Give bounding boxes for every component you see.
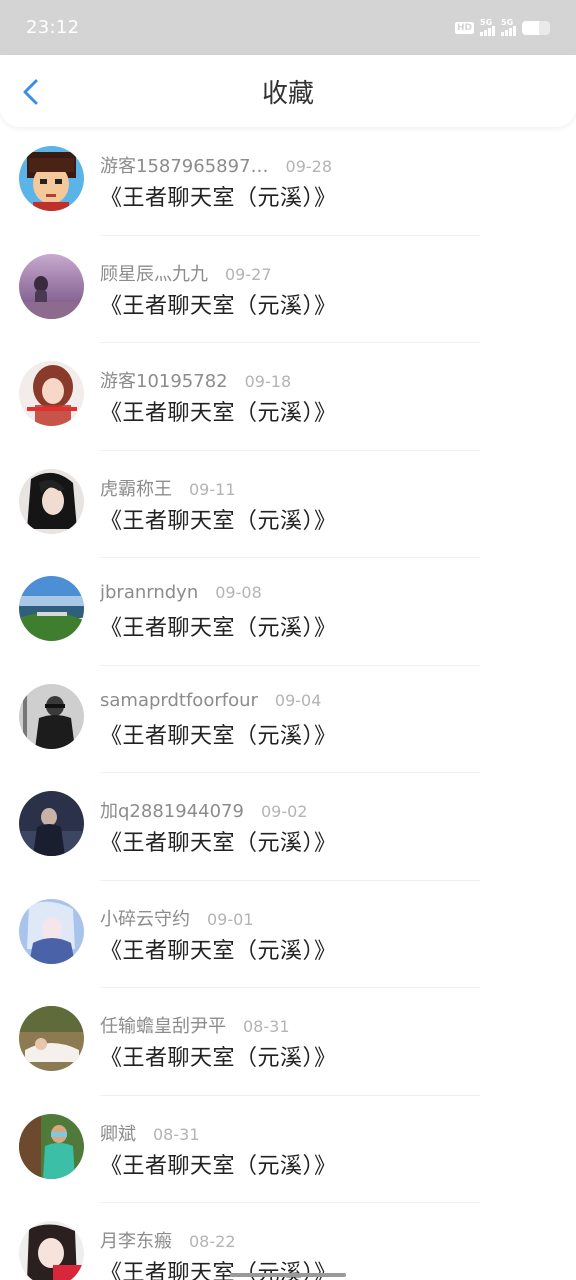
favorite-date: 09-04 xyxy=(274,690,322,710)
room-name: 《王者聊天室（元溪）》 xyxy=(100,938,337,964)
favorite-date: 09-01 xyxy=(207,909,254,929)
favorite-date: 09-18 xyxy=(244,372,292,391)
favorite-date: 09-27 xyxy=(225,264,272,284)
room-name: 《王者聊天室（元溪）》 xyxy=(100,831,337,856)
username: samaprdtfoorfour xyxy=(100,689,258,711)
back-chevron-icon[interactable] xyxy=(18,77,46,107)
avatar[interactable] xyxy=(19,791,84,856)
favorite-item[interactable]: 月李东瘢 08-22 《王者聊天室（元溪）》 xyxy=(0,1203,576,1280)
username: 加q2881944079 xyxy=(100,801,244,822)
username: 虎霸称王 xyxy=(100,478,172,500)
favorite-date: 08-22 xyxy=(189,1232,236,1251)
favorite-item[interactable]: 虎霸称王 09-11 《王者聊天室（元溪）》 xyxy=(0,451,576,558)
avatar[interactable] xyxy=(19,361,84,426)
room-name: 《王者聊天室（元溪）》 xyxy=(100,186,337,211)
room-name: 《王者聊天室（元溪）》 xyxy=(100,508,337,534)
room-name: 《王者聊天室（元溪）》 xyxy=(100,616,337,641)
username: 顾星辰灬九九 xyxy=(100,263,208,285)
username: jbranrndyn xyxy=(100,582,199,603)
home-indicator[interactable] xyxy=(230,1273,346,1277)
signal-5g-icon-2: 5G xyxy=(501,18,516,36)
favorite-date: 09-08 xyxy=(215,583,262,602)
favorite-item[interactable]: 卿斌 08-31 《王者聊天室（元溪）》 xyxy=(0,1096,576,1203)
username: 任输蟾皇刮尹平 xyxy=(100,1016,226,1037)
avatar[interactable] xyxy=(19,146,84,211)
username: 卿斌 xyxy=(100,1123,136,1145)
battery-icon xyxy=(522,20,550,35)
favorite-item[interactable]: 顾星辰灬九九 09-27 《王者聊天室（元溪）》 xyxy=(0,236,576,343)
username: 月李东瘢 xyxy=(100,1231,172,1252)
avatar[interactable] xyxy=(19,898,84,964)
favorite-item[interactable]: 游客1587965897… 09-28 《王者聊天室（元溪）》 xyxy=(0,128,576,236)
room-name: 《王者聊天室（元溪）》 xyxy=(100,1153,337,1179)
avatar[interactable] xyxy=(19,1221,84,1280)
status-time: 23:12 xyxy=(26,17,80,38)
room-name: 《王者聊天室（元溪）》 xyxy=(100,401,337,426)
avatar[interactable] xyxy=(19,683,84,749)
favorite-item[interactable]: 任输蟾皇刮尹平 08-31 《王者聊天室（元溪）》 xyxy=(0,988,576,1096)
room-name: 《王者聊天室（元溪）》 xyxy=(100,293,337,319)
signal-5g-icon: 5G xyxy=(480,18,495,36)
hd-voice-icon: HD xyxy=(454,21,474,34)
favorites-list: 游客1587965897… 09-28 《王者聊天室（元溪）》 顾星辰灬九九 0… xyxy=(0,128,576,1280)
status-bar: 23:12 HD 5G 5G xyxy=(0,0,576,55)
avatar[interactable] xyxy=(19,253,84,319)
avatar[interactable] xyxy=(19,1113,84,1179)
top-nav-bar: 收藏 xyxy=(0,55,576,127)
favorite-date: 08-31 xyxy=(243,1017,290,1036)
favorite-item[interactable]: 加q2881944079 09-02 《王者聊天室（元溪）》 xyxy=(0,773,576,881)
favorite-item[interactable]: samaprdtfoorfour 09-04 《王者聊天室（元溪）》 xyxy=(0,666,576,773)
favorite-item[interactable]: 游客10195782 09-18 《王者聊天室（元溪）》 xyxy=(0,343,576,451)
favorite-date: 09-11 xyxy=(189,479,236,499)
favorite-item[interactable]: 小碎云守约 09-01 《王者聊天室（元溪）》 xyxy=(0,881,576,988)
username: 游客10195782 xyxy=(100,371,228,392)
favorite-item[interactable]: jbranrndyn 09-08 《王者聊天室（元溪）》 xyxy=(0,558,576,666)
avatar[interactable] xyxy=(19,576,84,641)
favorite-date: 08-31 xyxy=(153,1124,200,1144)
page-title: 收藏 xyxy=(261,78,314,109)
username: 游客1587965897… xyxy=(100,156,269,177)
avatar[interactable] xyxy=(19,1006,84,1071)
username: 小碎云守约 xyxy=(100,908,190,930)
room-name: 《王者聊天室（元溪）》 xyxy=(100,1046,337,1071)
status-icons: HD 5G 5G xyxy=(454,18,550,36)
favorite-date: 09-02 xyxy=(260,802,308,821)
room-name: 《王者聊天室（元溪）》 xyxy=(100,723,337,749)
avatar[interactable] xyxy=(19,468,84,534)
favorite-date: 09-28 xyxy=(285,157,333,176)
